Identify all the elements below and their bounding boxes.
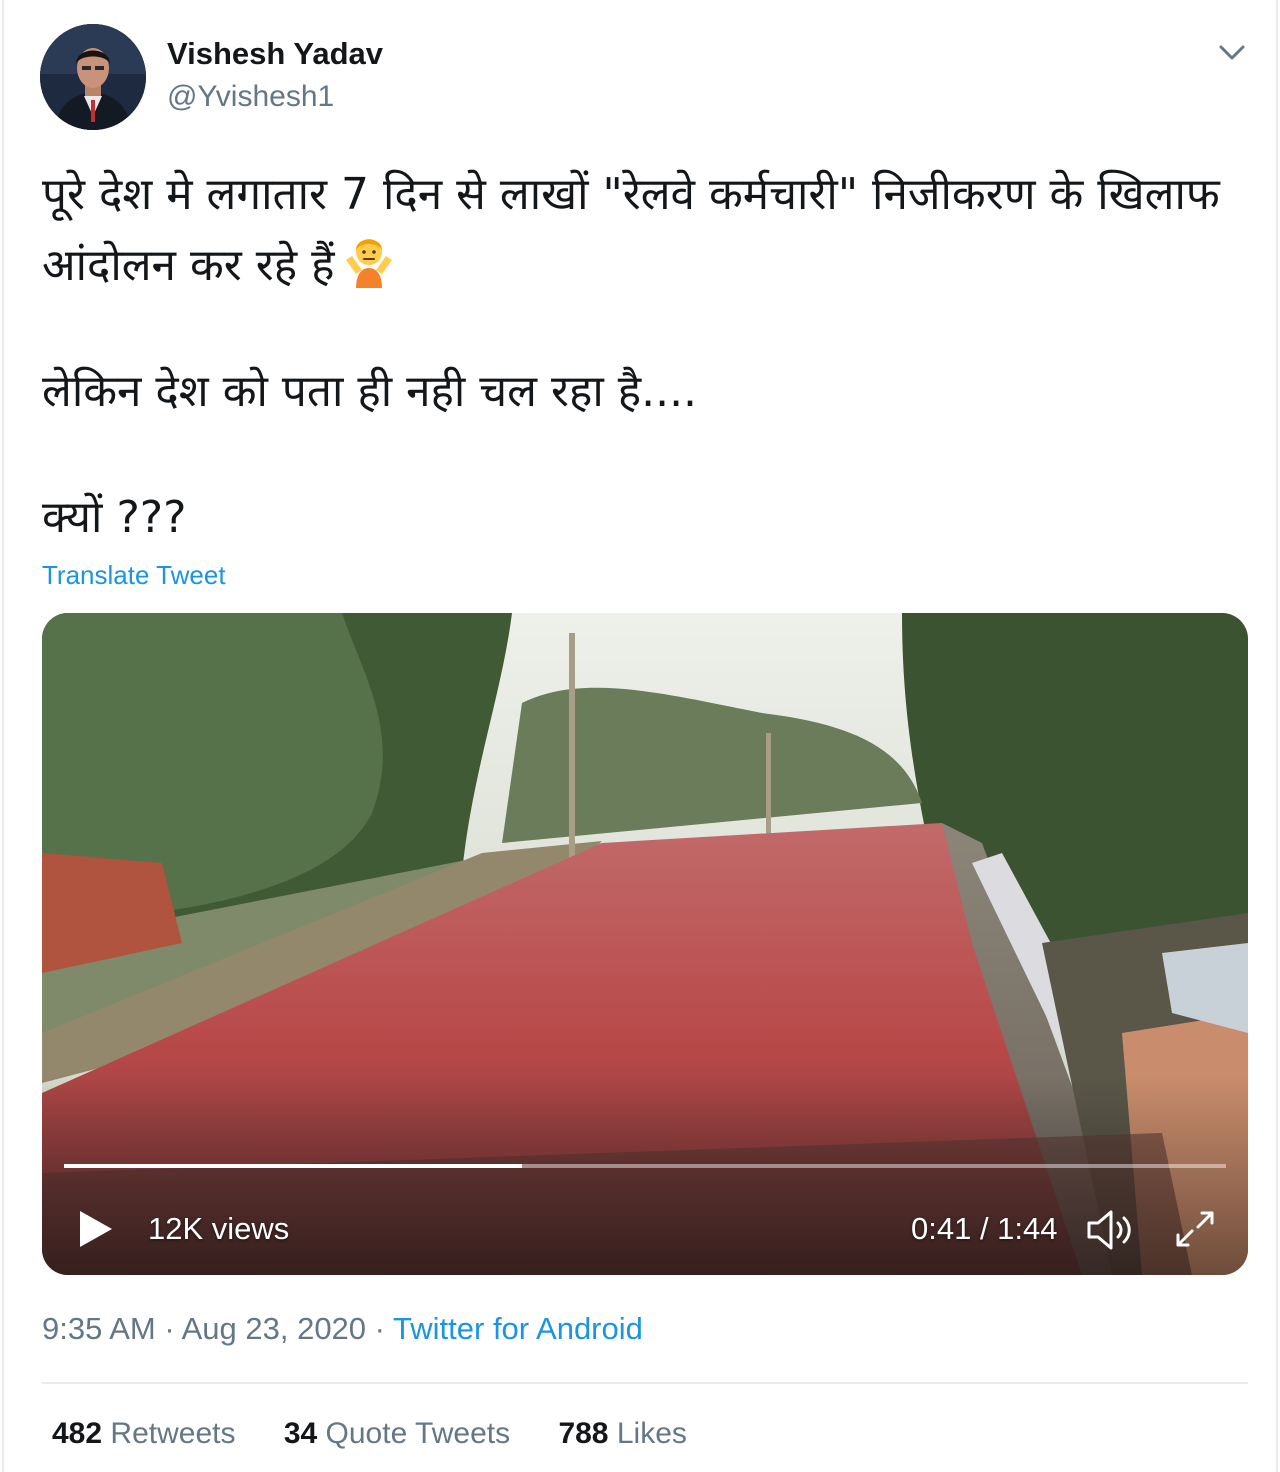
tweet-meta: 9:35 AM · Aug 23, 2020 · Twitter for And… [42, 1311, 643, 1346]
tweet-text: पूरे देश मे लगातार 7 दिन से लाखों "रेलवे… [42, 160, 1257, 553]
video-progress-fill [64, 1164, 522, 1168]
user-photo [40, 24, 146, 130]
tweet-source-link[interactable]: Twitter for Android [393, 1311, 643, 1346]
tweet-text-line-1: पूरे देश मे लगातार 7 दिन से लाखों "रेलवे… [42, 169, 1220, 291]
tweet-date[interactable]: Aug 23, 2020 [182, 1311, 366, 1346]
user-handle[interactable]: @Yvishesh1 [167, 80, 334, 114]
chevron-down-icon[interactable] [1217, 40, 1247, 64]
video-progress-bar[interactable] [64, 1164, 1226, 1168]
video-player[interactable]: 12K views 0:41 / 1:44 [42, 613, 1248, 1275]
likes-stat[interactable]: 788 Likes [558, 1417, 686, 1451]
video-time: 0:41 / 1:44 [911, 1211, 1058, 1246]
video-frame [42, 613, 1248, 1275]
view-count: 12K views [148, 1211, 290, 1246]
divider [42, 1382, 1248, 1384]
quote-tweets-stat[interactable]: 34 Quote Tweets [284, 1417, 510, 1451]
play-icon[interactable] [76, 1207, 116, 1251]
fullscreen-icon[interactable] [1170, 1207, 1220, 1253]
tweet-card: Vishesh Yadav @Yvishesh1 पूरे देश मे लगा… [2, 0, 1278, 1472]
tweet-text-line-3: क्यों ??? [42, 492, 187, 543]
tweet-time[interactable]: 9:35 AM [42, 1311, 156, 1346]
person-shrugging-emoji [346, 239, 393, 288]
tweet-text-line-2: लेकिन देश को पता ही नही चल रहा है.... [42, 366, 698, 417]
translate-tweet-link[interactable]: Translate Tweet [42, 560, 226, 591]
volume-icon[interactable] [1085, 1207, 1139, 1253]
retweets-stat[interactable]: 482 Retweets [52, 1417, 235, 1451]
tweet-stats: 482 Retweets 34 Quote Tweets 788 Likes [52, 1417, 727, 1451]
avatar[interactable] [40, 24, 146, 130]
display-name[interactable]: Vishesh Yadav [167, 36, 383, 72]
